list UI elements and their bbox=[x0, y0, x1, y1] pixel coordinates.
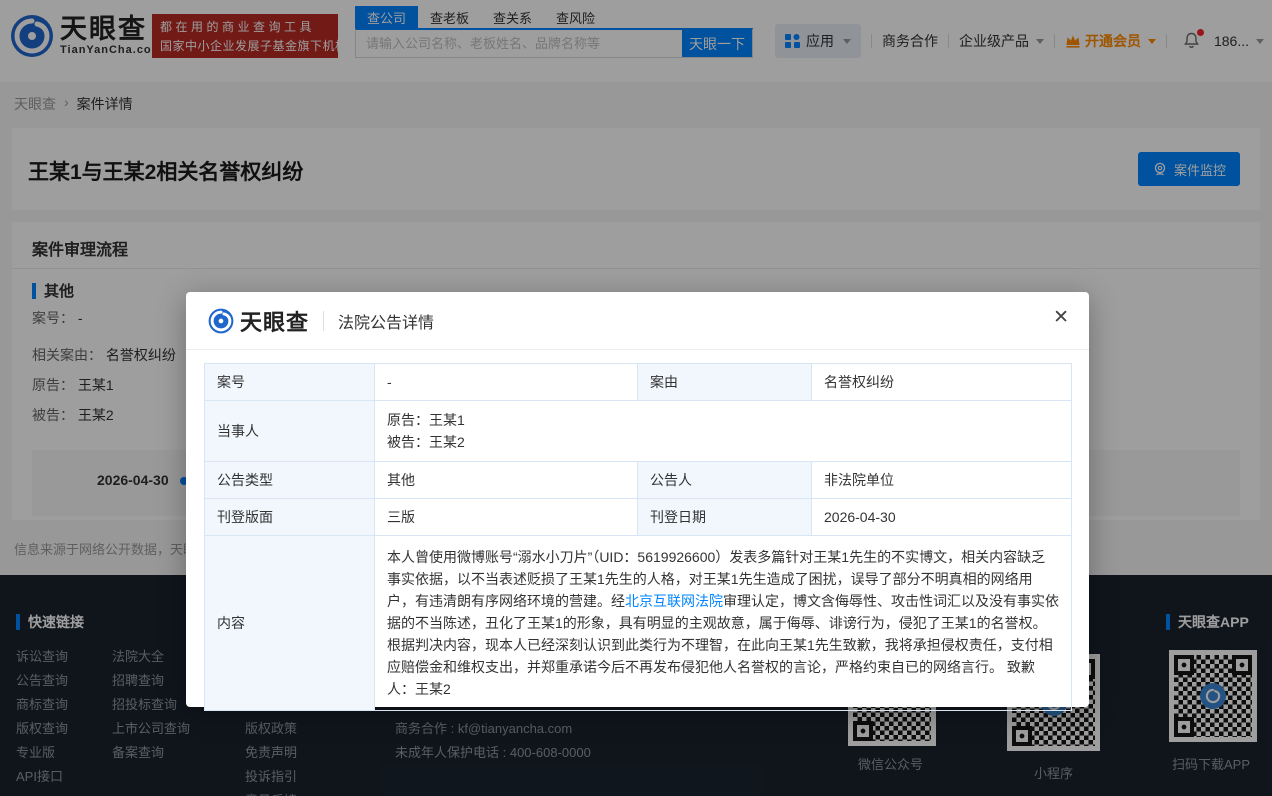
party-defendant: 被告：王某2 bbox=[387, 431, 1059, 453]
modal-body: 案号 - 案由 名誉权纠纷 当事人 原告：王某1 被告：王某2 公告类型 其他 … bbox=[186, 350, 1089, 711]
table-row: 公告类型 其他 公告人 非法院单位 bbox=[205, 462, 1072, 499]
case-number-value: - bbox=[375, 364, 638, 401]
modal-brand-name: 天眼查 bbox=[240, 305, 309, 337]
announcer-value: 非法院单位 bbox=[812, 462, 1072, 499]
table-row: 刊登版面 三版 刊登日期 2026-04-30 bbox=[205, 499, 1072, 536]
party-label: 当事人 bbox=[205, 401, 375, 462]
table-row: 内容 本人曾使用微博账号“溺水小刀片”（UID：5619926600）发表多篇针… bbox=[205, 536, 1072, 711]
modal-header: 天眼查 法院公告详情 ✕ bbox=[186, 292, 1089, 350]
announcer-label: 公告人 bbox=[638, 462, 812, 499]
publish-date-value: 2026-04-30 bbox=[812, 499, 1072, 536]
publish-page-label: 刊登版面 bbox=[205, 499, 375, 536]
cause-label: 案由 bbox=[638, 364, 812, 401]
modal-header-divider bbox=[323, 311, 324, 331]
modal-title: 法院公告详情 bbox=[338, 309, 434, 333]
table-row: 当事人 原告：王某1 被告：王某2 bbox=[205, 401, 1072, 462]
content-label: 内容 bbox=[205, 536, 375, 711]
page: 天眼查 TianYanCha.com 都在用的商业查询工具 国家中小企业发展子基… bbox=[0, 0, 1272, 796]
modal-brand: 天眼查 bbox=[208, 305, 309, 337]
content-value: 本人曾使用微博账号“溺水小刀片”（UID：5619926600）发表多篇针对王某… bbox=[375, 536, 1072, 711]
tianyancha-eye-icon bbox=[208, 308, 234, 334]
close-icon[interactable]: ✕ bbox=[1053, 308, 1069, 327]
court-announcement-modal: 天眼查 法院公告详情 ✕ 案号 - 案由 名誉权纠纷 当事人 原告：王某1 bbox=[186, 292, 1089, 707]
announcement-type-value: 其他 bbox=[375, 462, 638, 499]
publish-date-label: 刊登日期 bbox=[638, 499, 812, 536]
cause-value: 名誉权纠纷 bbox=[812, 364, 1072, 401]
announcement-detail-table: 案号 - 案由 名誉权纠纷 当事人 原告：王某1 被告：王某2 公告类型 其他 … bbox=[204, 363, 1072, 711]
case-number-label: 案号 bbox=[205, 364, 375, 401]
table-row: 案号 - 案由 名誉权纠纷 bbox=[205, 364, 1072, 401]
announcement-type-label: 公告类型 bbox=[205, 462, 375, 499]
party-plaintiff: 原告：王某1 bbox=[387, 409, 1059, 431]
party-value: 原告：王某1 被告：王某2 bbox=[375, 401, 1072, 462]
publish-page-value: 三版 bbox=[375, 499, 638, 536]
court-link[interactable]: 北京互联网法院 bbox=[625, 593, 723, 609]
